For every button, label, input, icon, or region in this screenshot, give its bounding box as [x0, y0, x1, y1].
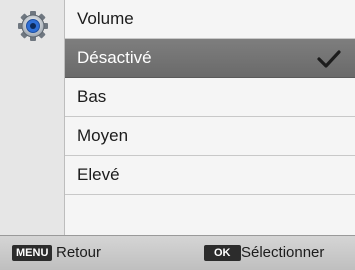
volume-options-list: Volume Désactivé Bas Moyen Elevé: [65, 0, 355, 235]
camera-menu-screen: Volume Désactivé Bas Moyen Elevé MENU Re…: [0, 0, 355, 270]
option-label: Moyen: [77, 126, 129, 145]
menu-title-volume: Volume: [65, 0, 355, 39]
ok-key-icon[interactable]: OK: [204, 245, 241, 261]
option-bas[interactable]: Bas: [65, 78, 355, 117]
select-label: Sélectionner: [241, 244, 325, 261]
option-label: Bas: [77, 87, 107, 106]
option-label: Elevé: [77, 165, 120, 184]
option-moyen[interactable]: Moyen: [65, 117, 355, 156]
option-label: Désactivé: [77, 48, 152, 67]
option-desactive[interactable]: Désactivé: [65, 39, 355, 78]
menu-key-icon[interactable]: MENU: [12, 245, 53, 261]
bottom-help-bar: MENU Retour OK Sélectionner: [0, 235, 355, 270]
option-eleve[interactable]: Elevé: [65, 156, 355, 195]
settings-gear-icon[interactable]: [17, 10, 49, 42]
menu-title-label: Volume: [77, 9, 134, 28]
checkmark-icon: [317, 49, 341, 69]
category-icon-column: [0, 0, 65, 235]
back-label: Retour: [56, 244, 102, 261]
